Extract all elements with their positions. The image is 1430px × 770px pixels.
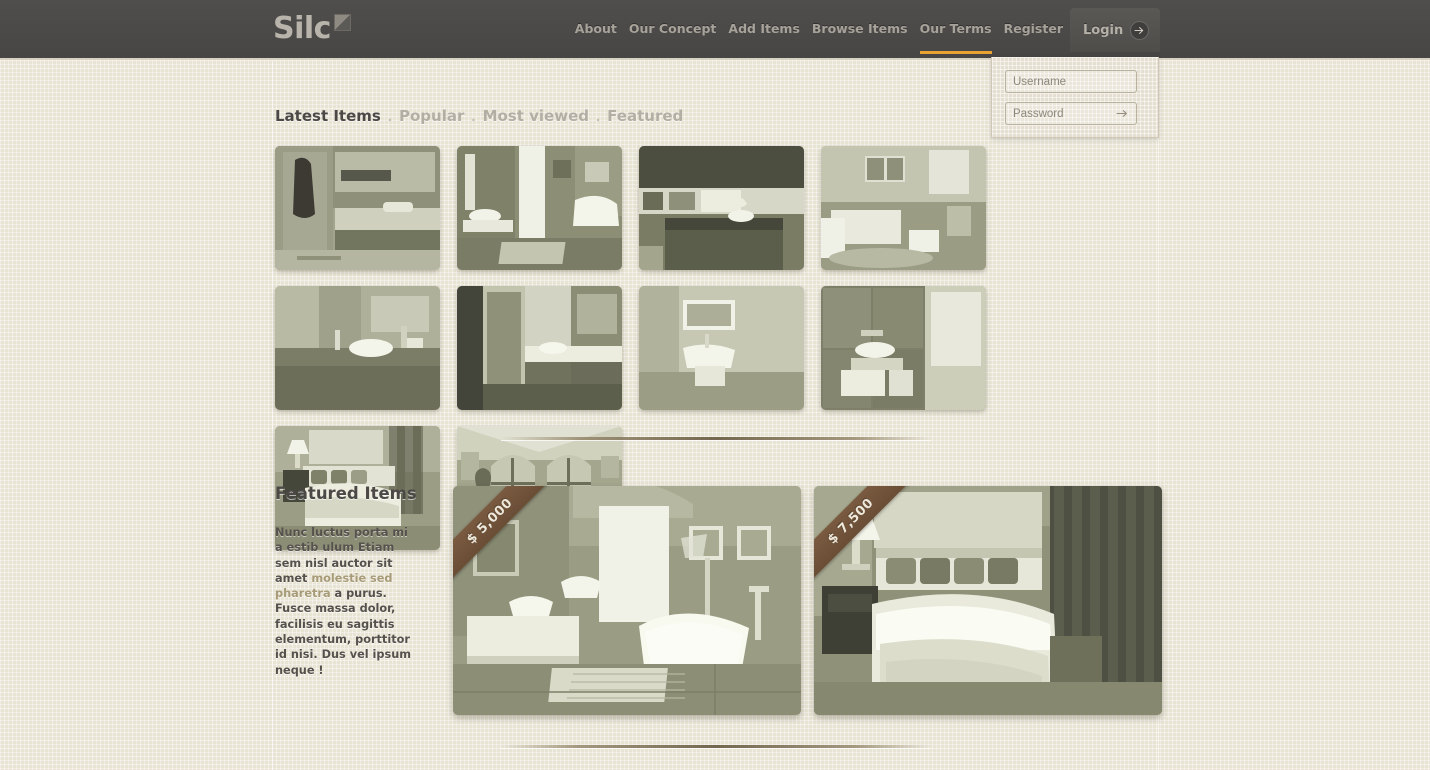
login-button[interactable]: Login [1070, 8, 1160, 52]
gallery-thumb-bathroom-mirror-tub[interactable] [457, 286, 622, 410]
username-input[interactable] [1005, 70, 1137, 93]
featured-cards: $ 5,000 [453, 486, 1162, 715]
nav-item-our-terms[interactable]: Our Terms [914, 0, 998, 60]
main-navigation: About Our Concept Add Items Browse Items… [569, 0, 1157, 60]
gallery-thumb-kitchen-island[interactable] [639, 146, 804, 270]
featured-items-description: Nunc luctus porta mi a estib ulum Etiam … [275, 525, 412, 678]
tab-featured[interactable]: Featured [607, 107, 683, 125]
nav-item-browse-items[interactable]: Browse Items [806, 0, 914, 60]
tab-separator: . [589, 108, 607, 125]
page-content: Latest Items . Popular . Most viewed . F… [272, 62, 1159, 770]
password-input[interactable] [1005, 102, 1137, 125]
gallery-filter-tabs: Latest Items . Popular . Most viewed . F… [275, 107, 683, 125]
tab-separator: . [464, 108, 482, 125]
gallery-thumb-bathroom-robe-vanity[interactable] [275, 146, 440, 270]
gallery-thumb-bathroom-window-vanity[interactable] [821, 286, 986, 410]
nav-item-about[interactable]: About [569, 0, 623, 60]
logo-text: Silc [273, 12, 331, 46]
featured-items-heading: Featured Items [275, 484, 417, 503]
site-logo[interactable]: Silc [273, 12, 351, 46]
nav-item-register[interactable]: Register [998, 0, 1069, 60]
tab-latest-items[interactable]: Latest Items [275, 107, 381, 125]
featured-text-part-2: a purus. Fusce massa dolor, facilisis eu… [275, 587, 411, 676]
tab-popular[interactable]: Popular [399, 107, 464, 125]
login-button-label: Login [1083, 23, 1123, 38]
gallery-thumb-bathroom-stone-vessel-sink[interactable] [275, 286, 440, 410]
featured-card-bathroom-tub[interactable]: $ 5,000 [453, 486, 801, 715]
arrow-right-circle-icon [1130, 21, 1149, 40]
nav-item-add-items[interactable]: Add Items [722, 0, 806, 60]
login-dropdown-panel [991, 57, 1159, 138]
featured-card-bedroom-suite[interactable]: $ 7,500 [814, 486, 1162, 715]
square-corner-icon [334, 14, 351, 31]
section-divider-bottom [501, 745, 931, 748]
tab-most-viewed[interactable]: Most viewed [483, 107, 589, 125]
gallery-thumb-bathroom-wall-basin[interactable] [639, 286, 804, 410]
nav-item-our-concept[interactable]: Our Concept [623, 0, 723, 60]
site-header: Silc About Our Concept Add Items Browse … [0, 0, 1430, 60]
tab-separator: . [381, 108, 399, 125]
section-divider-top [501, 437, 931, 440]
gallery-thumb-bathroom-freestanding-tub[interactable] [457, 146, 622, 270]
gallery-thumb-living-room-sofa[interactable] [821, 146, 986, 270]
